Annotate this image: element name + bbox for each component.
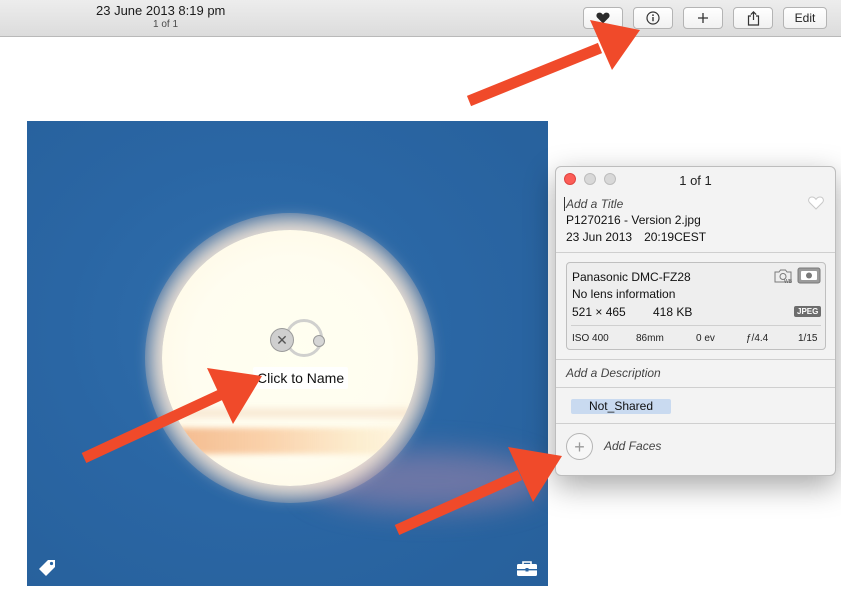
shutter-speed: 1/15: [798, 333, 818, 344]
file-size: 418 KB: [653, 305, 693, 319]
toolbar: 23 June 2013 8:19 pm 1 of 1 Edit: [0, 0, 841, 37]
remove-face-icon[interactable]: ✕: [270, 328, 294, 352]
focal-length: 86mm: [636, 333, 664, 344]
photo-date-title: 23 June 2013 8:19 pm: [96, 3, 226, 18]
file-format-badge: JPEG: [794, 306, 822, 317]
exposure-bias: 0 ev: [696, 333, 715, 344]
add-faces-label[interactable]: Add Faces: [604, 439, 661, 453]
add-description-field[interactable]: Add a Description: [566, 366, 661, 380]
capture-date: 23 Jun 2013: [566, 230, 633, 244]
favorite-button[interactable]: [583, 7, 623, 29]
add-title-field[interactable]: Add a Title: [563, 197, 623, 211]
moon: [162, 230, 418, 486]
capture-time: 20:19CEST: [644, 230, 707, 244]
filename: P1270216 - Version 2.jpg: [566, 213, 701, 227]
white-balance-icon: WB: [774, 269, 793, 284]
favorite-heart-icon[interactable]: [808, 196, 824, 210]
click-to-name-label[interactable]: Click to Name: [253, 367, 349, 389]
metering-icon: [797, 267, 821, 284]
arrow-to-info-button: [466, 42, 603, 107]
aperture: ƒ/4.4: [746, 333, 769, 344]
add-to-button[interactable]: [683, 7, 723, 29]
toolbox-icon[interactable]: [516, 558, 538, 580]
camera-info-box: Panasonic DMC-FZ28 No lens information 5…: [566, 262, 826, 350]
info-button[interactable]: [633, 7, 673, 29]
heart-icon: [596, 12, 610, 24]
face-resize-handle[interactable]: [313, 335, 325, 347]
keyword-tag[interactable]: Not_Shared: [571, 399, 671, 414]
share-icon: [747, 10, 759, 26]
camera-model: Panasonic DMC-FZ28: [572, 270, 691, 284]
info-panel-title: 1 of 1: [679, 173, 712, 188]
lens-info: No lens information: [572, 287, 676, 301]
capture-datetime: 23 Jun 2013 20:19CEST: [566, 230, 706, 244]
svg-text:WB: WB: [784, 279, 793, 284]
edit-button[interactable]: Edit: [783, 7, 827, 29]
image-dimensions: 521 × 465: [572, 305, 626, 319]
plus-icon: [698, 13, 708, 23]
share-button[interactable]: [733, 7, 773, 29]
plus-icon: +: [574, 436, 585, 457]
info-panel: 1 of 1 Add a Title P1270216 - Version 2.…: [555, 166, 836, 476]
photo-count: 1 of 1: [153, 19, 179, 30]
add-faces-button[interactable]: +: [566, 433, 593, 460]
iso: ISO 400: [572, 333, 609, 344]
photo-view[interactable]: ✕ Click to Name: [27, 121, 548, 586]
info-panel-titlebar[interactable]: 1 of 1: [556, 167, 835, 193]
tag-icon[interactable]: [36, 557, 58, 579]
info-icon: [646, 11, 660, 25]
